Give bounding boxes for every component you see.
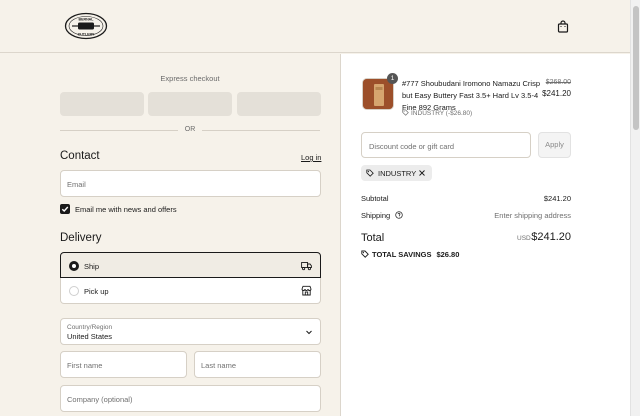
logo-top-text: BERNAL bbox=[79, 18, 95, 22]
express-pay-button-1[interactable] bbox=[60, 92, 144, 116]
contact-heading: Contact bbox=[60, 150, 100, 162]
total-value: $241.20 bbox=[531, 231, 571, 243]
quantity-badge: 1 bbox=[387, 73, 398, 84]
checkmark-icon bbox=[61, 206, 69, 213]
pickup-label: Pick up bbox=[84, 287, 109, 296]
first-name-field[interactable]: First name bbox=[60, 351, 187, 378]
total-label: Total bbox=[361, 232, 385, 244]
applied-code-label: INDUSTRY bbox=[378, 169, 417, 178]
express-checkout-title: Express checkout bbox=[160, 74, 220, 83]
email-placeholder: Email bbox=[67, 180, 86, 189]
shipping-label: Shipping bbox=[361, 211, 391, 220]
country-label: Country/Region bbox=[67, 324, 113, 331]
delivery-option-ship[interactable]: Ship bbox=[60, 252, 321, 278]
chevron-down-icon bbox=[306, 330, 312, 335]
country-select[interactable]: Country/Region United States bbox=[60, 318, 321, 345]
product-discount-text: INDUSTRY (-$26.80) bbox=[411, 110, 473, 117]
shipping-value: Enter shipping address bbox=[494, 211, 571, 220]
remove-code-icon[interactable] bbox=[418, 169, 426, 177]
shopping-bag-icon[interactable] bbox=[557, 20, 569, 33]
store-icon bbox=[301, 285, 312, 296]
apply-button[interactable]: Apply bbox=[538, 132, 571, 158]
product-original-price: $268.00 bbox=[545, 79, 571, 86]
last-name-placeholder: Last name bbox=[201, 361, 237, 370]
product-price: $241.20 bbox=[542, 89, 571, 98]
delivery-heading: Delivery bbox=[60, 232, 102, 244]
shipping-row-label: Shipping bbox=[361, 211, 403, 220]
or-label: OR bbox=[178, 125, 202, 135]
ship-label: Ship bbox=[84, 262, 100, 271]
newsletter-label: Email me with news and offers bbox=[75, 205, 177, 214]
savings-value: $26.80 bbox=[436, 250, 460, 259]
ship-radio[interactable] bbox=[69, 261, 79, 271]
discount-code-input[interactable]: Discount code or gift card bbox=[361, 132, 531, 158]
country-value: United States bbox=[67, 332, 113, 341]
scrollbar-thumb[interactable] bbox=[633, 6, 639, 130]
express-pay-button-2[interactable] bbox=[148, 92, 232, 116]
company-field[interactable]: Company (optional) bbox=[60, 385, 321, 412]
applied-code-chip: INDUSTRY bbox=[361, 165, 432, 181]
truck-icon bbox=[301, 262, 312, 271]
logo-bottom-text: CUTLERY bbox=[78, 33, 95, 37]
savings-label: TOTAL SAVINGS bbox=[372, 250, 432, 259]
product-image-icon bbox=[363, 79, 393, 109]
site-header: BERNAL CUTLERY bbox=[0, 0, 630, 53]
login-link[interactable]: Log in bbox=[301, 153, 321, 162]
first-name-placeholder: First name bbox=[67, 361, 103, 370]
total-savings: TOTAL SAVINGS $26.80 bbox=[361, 250, 459, 259]
subtotal-label: Subtotal bbox=[361, 194, 389, 203]
checkout-form: Express checkout OR Contact Log in Email… bbox=[0, 54, 340, 416]
product-discount: INDUSTRY (-$26.80) bbox=[402, 109, 472, 117]
tag-icon bbox=[402, 109, 409, 116]
total-currency: USD bbox=[517, 235, 531, 242]
tag-icon bbox=[361, 250, 369, 258]
pickup-radio[interactable] bbox=[69, 286, 79, 296]
page-scrollbar[interactable] bbox=[630, 0, 640, 416]
company-placeholder: Company (optional) bbox=[67, 395, 133, 404]
help-circle-icon[interactable] bbox=[395, 211, 403, 219]
newsletter-checkbox[interactable] bbox=[60, 204, 70, 214]
discount-code-placeholder: Discount code or gift card bbox=[369, 142, 455, 151]
order-summary: 1 #777 Shoubudani Iromono Namazu Crisp b… bbox=[340, 54, 630, 416]
subtotal-value: $241.20 bbox=[543, 194, 571, 203]
tag-icon bbox=[366, 169, 374, 177]
express-pay-button-3[interactable] bbox=[237, 92, 321, 116]
delivery-option-pickup[interactable]: Pick up bbox=[60, 278, 321, 304]
logo-icon[interactable]: BERNAL CUTLERY bbox=[64, 12, 108, 40]
last-name-field[interactable]: Last name bbox=[194, 351, 321, 378]
email-field[interactable]: Email bbox=[60, 170, 321, 197]
